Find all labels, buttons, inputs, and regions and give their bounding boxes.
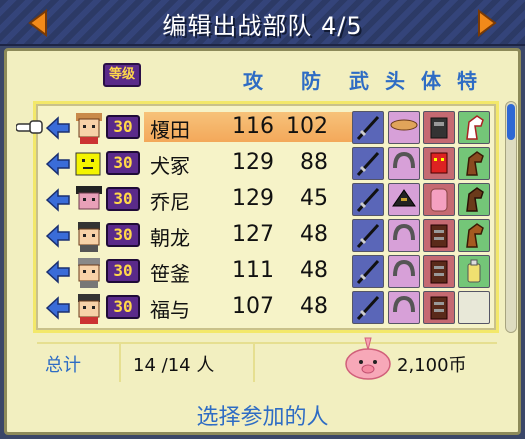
level-badge: 30 (106, 223, 140, 247)
defense-value: 48 (300, 294, 328, 319)
character-name: 榎田 (150, 118, 190, 142)
level-badge: 30 (106, 151, 140, 175)
demon-armor-icon[interactable] (423, 147, 455, 180)
scroll-thumb[interactable] (507, 104, 515, 140)
level-badge: 30 (106, 115, 140, 139)
armor-icon[interactable] (423, 111, 455, 144)
sword-icon[interactable] (352, 219, 384, 252)
horse-icon[interactable] (458, 219, 490, 252)
helmet-icon[interactable] (388, 291, 420, 324)
sword-icon[interactable] (352, 291, 384, 324)
title-bar: 编辑出战部队 4/5 (0, 0, 525, 46)
attack-header: 攻 (243, 69, 264, 93)
squad-flag-icon (45, 260, 70, 284)
armor-icon[interactable] (423, 255, 455, 288)
roster-row[interactable]: 30 朝龙 127 48 (36, 218, 496, 254)
trait-header: 特 (457, 69, 478, 93)
defense-value: 48 (300, 258, 328, 283)
roster-row[interactable]: 30 乔尼 129 45 (36, 182, 496, 218)
select-prompt: 选择参加的人 (196, 405, 329, 430)
piggy-bank-icon (345, 337, 391, 380)
character-avatar (78, 294, 100, 324)
armor-icon[interactable] (423, 219, 455, 252)
defense-value: 45 (300, 186, 328, 211)
attack-value: 116 (232, 114, 274, 139)
helmet-icon[interactable] (388, 147, 420, 180)
roster-list: 30 榎田 116 102 30 犬冢 129 88 30 乔尼 129 45 … (16, 101, 499, 333)
sword-icon[interactable] (352, 111, 384, 144)
squad-flag-icon (45, 296, 70, 320)
roster-row[interactable]: 30 犬冢 129 88 (36, 146, 496, 182)
red-horse-icon[interactable] (458, 111, 490, 144)
level-badge: 30 (106, 295, 140, 319)
level-badge: 30 (106, 259, 140, 283)
squad-flag-icon (45, 188, 70, 212)
member-count: 14 /14 人 (133, 355, 215, 376)
attack-value: 127 (232, 222, 274, 247)
edit-squad-panel: 等级 攻 防 武 头 体 特 30 榎田 116 102 30 犬冢 129 8… (4, 48, 521, 435)
pink-armor-icon[interactable] (423, 183, 455, 216)
squad-flag-icon (45, 152, 70, 176)
samurai-helmet-icon[interactable] (388, 183, 420, 216)
character-name: 犬冢 (150, 154, 190, 178)
attack-value: 129 (232, 150, 274, 175)
character-avatar (76, 113, 102, 144)
armor-icon[interactable] (423, 291, 455, 324)
arrow-right-icon[interactable] (471, 8, 501, 38)
weapon-header: 武 (349, 69, 370, 93)
empty-slot-icon[interactable] (458, 291, 490, 324)
horse-icon[interactable] (458, 183, 490, 216)
head-header: 头 (385, 69, 406, 93)
character-name: 福与 (150, 298, 190, 322)
defense-value: 88 (300, 150, 328, 175)
helmet-icon[interactable] (388, 255, 420, 288)
divider (253, 344, 255, 382)
attack-value: 129 (232, 186, 274, 211)
hand-pointer-icon (16, 120, 43, 134)
sword-icon[interactable] (352, 183, 384, 216)
attack-value: 111 (232, 258, 274, 283)
roster-scrollbar[interactable] (505, 101, 517, 333)
roster-row[interactable]: 30 福与 107 48 (36, 290, 496, 326)
character-avatar (78, 222, 100, 252)
defense-header: 防 (301, 69, 322, 93)
squad-flag-icon (45, 116, 70, 140)
character-name: 朝龙 (150, 226, 190, 250)
level-badge: 30 (106, 187, 140, 211)
character-avatar (78, 258, 100, 288)
roster-row[interactable]: 30 笹釜 111 48 (36, 254, 496, 290)
sword-icon[interactable] (352, 147, 384, 180)
character-name: 笹釜 (150, 262, 190, 286)
character-name: 乔尼 (150, 190, 190, 214)
straw-hat-icon[interactable] (388, 111, 420, 144)
grade-header: 等级 (103, 63, 141, 87)
money-amount: 2,100币 (397, 355, 467, 376)
total-label: 总计 (45, 355, 81, 376)
body-header: 体 (421, 69, 442, 93)
divider (119, 344, 121, 382)
drink-icon[interactable] (458, 255, 490, 288)
helmet-icon[interactable] (388, 219, 420, 252)
roster-row[interactable]: 30 榎田 116 102 (16, 110, 496, 146)
page-title: 编辑出战部队 4/5 (162, 12, 363, 40)
defense-value: 48 (300, 222, 328, 247)
attack-value: 107 (232, 294, 274, 319)
horse-icon[interactable] (458, 147, 490, 180)
character-avatar (75, 152, 101, 176)
character-avatar (76, 186, 102, 210)
defense-value: 102 (286, 114, 328, 139)
sword-icon[interactable] (352, 255, 384, 288)
summary-bar: 总计 14 /14 人 2,100币 (37, 337, 497, 382)
squad-flag-icon (45, 224, 70, 248)
